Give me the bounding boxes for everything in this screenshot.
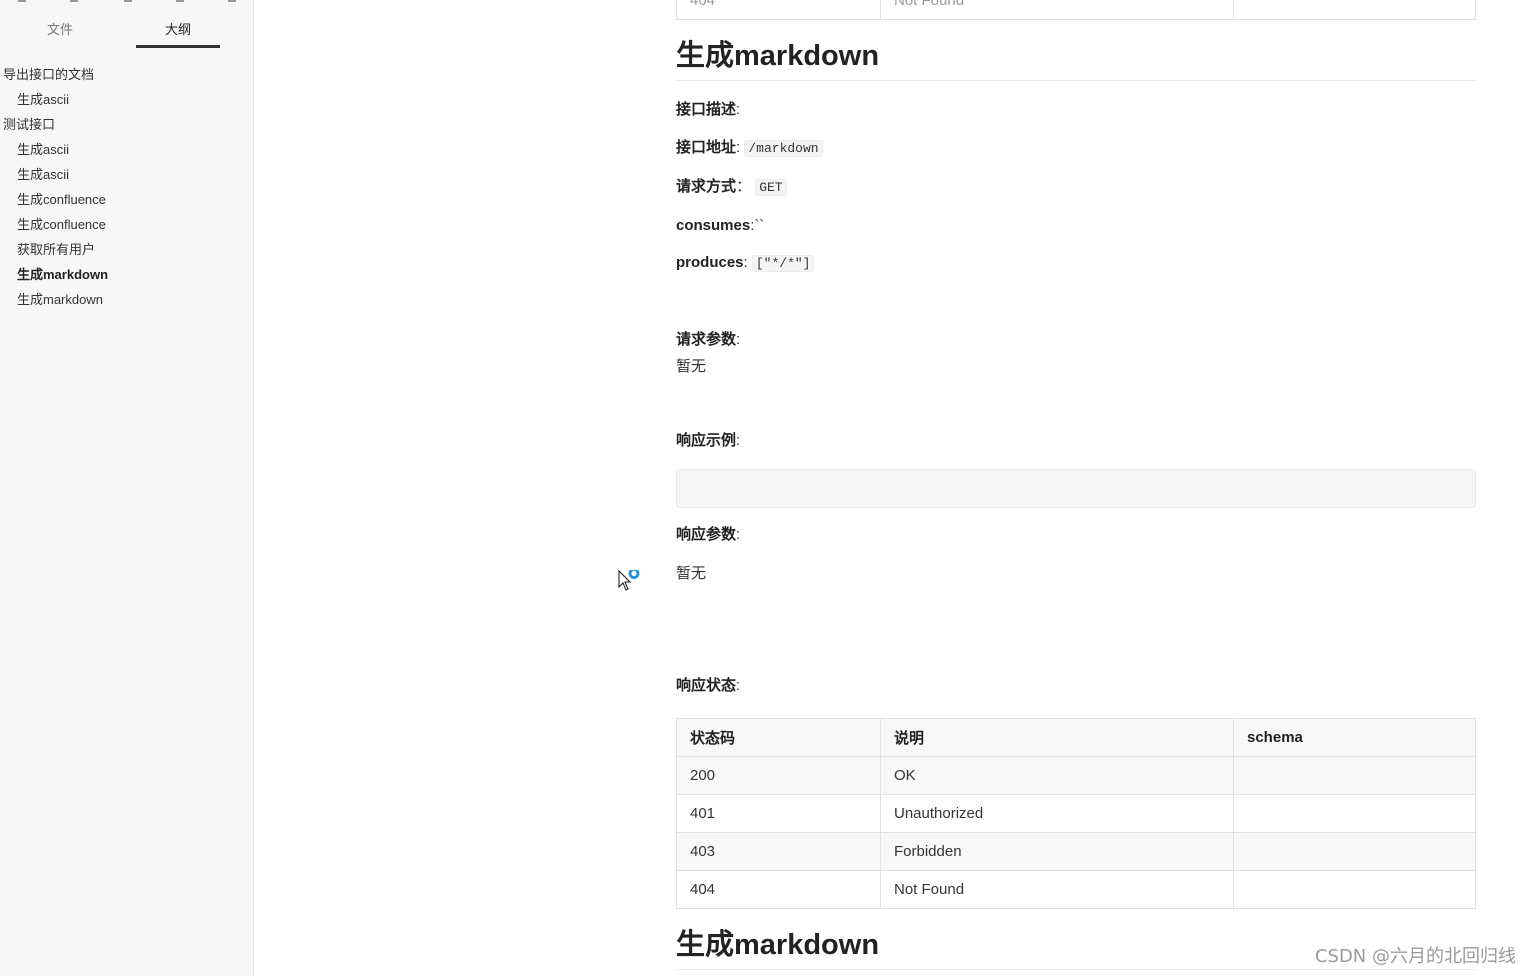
outline-list: 导出接口的文档 生成ascii 测试接口 生成ascii 生成ascii 生成c…: [0, 62, 254, 312]
colon: :: [736, 677, 741, 694]
outline-item[interactable]: 生成ascii: [0, 162, 254, 187]
address-code: /markdown: [744, 140, 823, 157]
field-description: 接口描述:: [676, 99, 740, 121]
outline-item[interactable]: 生成confluence: [0, 187, 254, 212]
table-cell: Not Found: [880, 870, 1234, 909]
table-cell: [1233, 870, 1476, 909]
outline-item-active[interactable]: 生成markdown: [0, 262, 254, 287]
table-cell: Unauthorized: [880, 794, 1234, 833]
table-cell: OK: [880, 756, 1234, 795]
table-cell: 401: [676, 794, 881, 833]
response-status-table: 状态码 说明 schema 200 OK 401 Unauthorized 40…: [676, 718, 1476, 909]
watermark: CSDN @六月的北回归线: [1314, 946, 1516, 967]
field-label: 请求方式: [676, 178, 737, 195]
colon: :: [736, 432, 741, 449]
colon: :: [736, 101, 741, 118]
field-method: 请求方式： GET: [676, 176, 787, 199]
table-cell: [1233, 756, 1476, 795]
table-cell: [1233, 832, 1476, 871]
outline-item[interactable]: 生成markdown: [0, 287, 254, 312]
field-label: 响应状态: [676, 677, 737, 694]
colon: :: [743, 254, 752, 271]
table-cell: [1233, 794, 1476, 833]
colon: :: [736, 331, 741, 348]
table-cell: 404: [676, 0, 881, 20]
tab-outline[interactable]: 大纲: [136, 20, 220, 50]
field-label: 响应示例: [676, 432, 737, 449]
field-label: 请求参数: [676, 331, 737, 348]
table-cell: [1233, 0, 1476, 20]
table-cell: Forbidden: [880, 832, 1234, 871]
colon: :: [736, 526, 741, 543]
consumes-value: ``: [754, 217, 765, 234]
field-label: consumes: [676, 217, 751, 234]
field-request-params: 请求参数:: [676, 329, 740, 351]
mouse-pointer-busy-icon: [618, 570, 640, 591]
table-header: schema: [1233, 718, 1476, 757]
response-example-codeblock[interactable]: [676, 469, 1476, 508]
table-row: 404 Not Found: [676, 0, 1476, 20]
table-row: 200 OK: [676, 756, 1476, 795]
table-header: 说明: [880, 718, 1234, 757]
field-response-example: 响应示例:: [676, 430, 740, 452]
method-code: GET: [755, 179, 787, 196]
outline-item[interactable]: 生成ascii: [0, 137, 254, 162]
produces-code: ["*/*"]: [751, 255, 815, 272]
outline-item[interactable]: 导出接口的文档: [0, 62, 254, 87]
response-params-value: 暂无: [676, 565, 707, 582]
tab-files[interactable]: 文件: [20, 20, 100, 50]
field-address: 接口地址: /markdown: [676, 137, 823, 160]
colon: ：: [736, 178, 756, 195]
field-produces: produces: ["*/*"]: [676, 252, 815, 275]
section-heading: 生成markdown: [676, 38, 1476, 81]
table-header-row: 状态码 说明 schema: [676, 718, 1476, 757]
field-response-status: 响应状态:: [676, 675, 740, 697]
outline-item[interactable]: 测试接口: [0, 112, 254, 137]
sidebar: 文件 大纲 导出接口的文档 生成ascii 测试接口 生成ascii 生成asc…: [0, 0, 254, 976]
sidebar-tabs: 文件 大纲: [0, 0, 254, 50]
field-consumes: consumes:``: [676, 215, 764, 237]
field-label: 接口地址: [676, 139, 737, 156]
outline-item[interactable]: 生成ascii: [0, 87, 254, 112]
table-header: 状态码: [676, 718, 881, 757]
outline-item[interactable]: 生成confluence: [0, 212, 254, 237]
field-label: 响应参数: [676, 526, 737, 543]
request-params-value: 暂无: [676, 358, 707, 375]
table-cell: 404: [676, 870, 881, 909]
table-cell: Not Found: [880, 0, 1234, 20]
field-label: 接口描述: [676, 101, 737, 118]
table-row: 401 Unauthorized: [676, 794, 1476, 833]
table-row: 404 Not Found: [676, 870, 1476, 909]
previous-status-table: 404 Not Found: [676, 0, 1476, 20]
table-row: 403 Forbidden: [676, 832, 1476, 871]
table-cell: 403: [676, 832, 881, 871]
table-cell: 200: [676, 756, 881, 795]
field-response-params: 响应参数:: [676, 524, 740, 546]
field-label: produces: [676, 254, 744, 271]
outline-item[interactable]: 获取所有用户: [0, 237, 254, 262]
